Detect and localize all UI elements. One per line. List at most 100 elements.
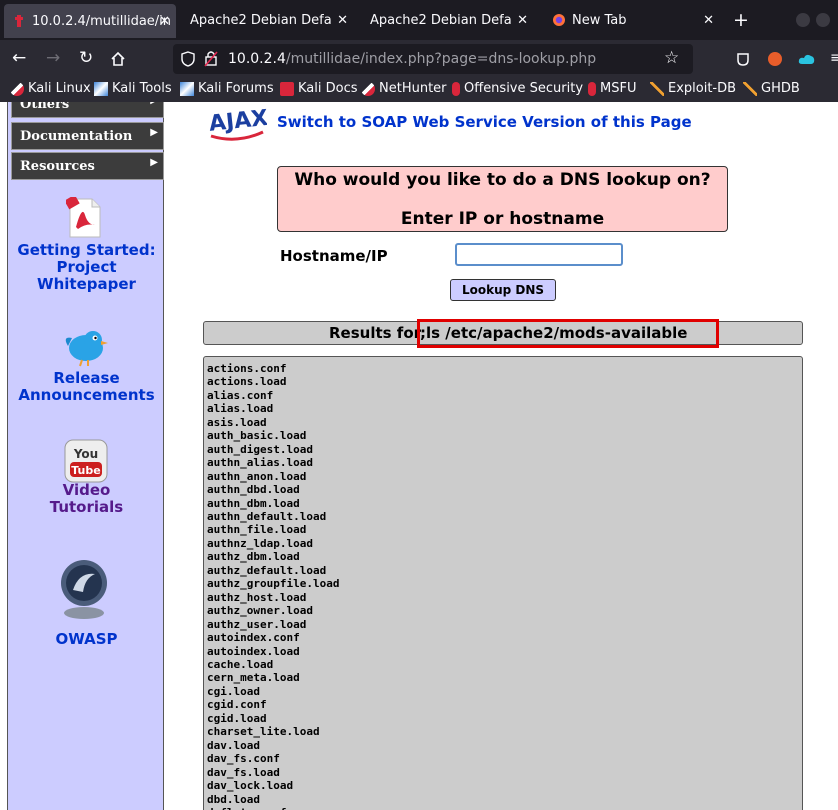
link-line: Announcements xyxy=(18,386,155,404)
close-tab-icon[interactable]: ✕ xyxy=(159,14,170,29)
extensions-icon[interactable] xyxy=(735,51,751,67)
link-line: OWASP xyxy=(55,630,118,648)
output-line: actions.conf xyxy=(207,362,287,375)
link-line: Release xyxy=(53,369,120,387)
reload-icon[interactable]: ↻ xyxy=(79,48,93,68)
menu-icon[interactable]: ≡ xyxy=(830,50,838,66)
video-tutorials-link[interactable]: Video Tutorials xyxy=(8,482,165,516)
menu-item-others[interactable]: Others ▶ xyxy=(11,102,164,118)
getting-started-link[interactable]: Getting Started: Project Whitepaper xyxy=(8,242,165,293)
tab-title: New Tab xyxy=(572,12,627,28)
output-line: dav_fs.conf xyxy=(207,752,280,766)
output-line: authn_alias.load xyxy=(207,456,313,470)
release-announcements-link[interactable]: Release Announcements xyxy=(8,370,165,404)
output-line: authz_host.load xyxy=(207,590,307,604)
tab-title: Apache2 Debian Default P xyxy=(190,12,332,28)
output-line: deflate.conf xyxy=(207,806,802,810)
bookmark-ghdb[interactable]: GHDB xyxy=(743,81,800,96)
output-line: authnz_ldap.load xyxy=(207,536,313,550)
bookmark-label: Offensive Security xyxy=(464,81,584,96)
output-line: dav.load xyxy=(207,738,260,752)
output-line: authn_dbd.load xyxy=(207,483,300,497)
tab-apache-1[interactable]: Apache2 Debian Default P ✕ xyxy=(182,0,354,40)
prompt-line-1: Who would you like to do a DNS lookup on… xyxy=(294,170,711,190)
output-line: authn_file.load xyxy=(207,523,307,537)
window-control-icon[interactable] xyxy=(796,13,810,27)
tab-title: 10.0.2.4/mutillidae/inc xyxy=(32,13,170,29)
output-line: autoindex.load xyxy=(207,644,300,658)
output-line: asis.load xyxy=(207,415,267,429)
tab-mutillidae[interactable]: 10.0.2.4/mutillidae/inc ✕ xyxy=(4,4,176,38)
bookmark-star-icon[interactable]: ☆ xyxy=(664,48,679,68)
close-tab-icon[interactable]: ✕ xyxy=(703,13,714,28)
output-line: cgid.load xyxy=(207,711,267,725)
owasp-logo-icon[interactable] xyxy=(59,558,109,622)
kali-forums-icon xyxy=(180,81,194,96)
youtube-icon[interactable]: You Tube xyxy=(64,439,108,483)
tab-apache-2[interactable]: Apache2 Debian Default P ✕ xyxy=(362,0,534,40)
forward-arrow-icon[interactable]: → xyxy=(46,48,60,68)
bookmarks-toolbar: Kali Linux Kali Tools Kali Forums Kali D… xyxy=(0,78,838,102)
output-line: auth_basic.load xyxy=(207,429,307,443)
home-icon[interactable] xyxy=(110,51,126,67)
sidebar: Others ▶ Documentation ▶ Resources ▶ Gettin… xyxy=(7,102,164,810)
output-line: dav_lock.load xyxy=(207,779,294,793)
bookmark-label: Kali Docs xyxy=(298,81,358,96)
ghdb-icon xyxy=(743,81,757,96)
url-text[interactable]: 10.0.2.4/mutillidae/index.php?page=dns-l… xyxy=(228,51,596,67)
link-line: Whitepaper xyxy=(37,275,136,293)
nethunter-icon xyxy=(361,81,375,96)
soap-version-link[interactable]: Switch to SOAP Web Service Version of th… xyxy=(277,113,692,131)
menu-item-label: Resources xyxy=(20,159,95,174)
bookmark-kali-docs[interactable]: Kali Docs xyxy=(280,81,358,96)
back-arrow-icon[interactable]: ← xyxy=(12,48,26,68)
url-host: 10.0.2.4 xyxy=(228,51,286,67)
bookmark-kali-forums[interactable]: Kali Forums xyxy=(180,81,274,96)
menu-item-documentation[interactable]: Documentation ▶ xyxy=(11,122,164,150)
lookup-dns-button[interactable]: Lookup DNS xyxy=(450,279,556,301)
extension-cloud-icon[interactable] xyxy=(798,52,816,66)
twitter-bird-icon[interactable] xyxy=(62,324,110,368)
output-line: alias.conf xyxy=(207,388,274,402)
bookmark-label: Kali Forums xyxy=(198,81,274,96)
bookmark-exploit-db[interactable]: Exploit-DB xyxy=(650,81,736,96)
output-line: authz_default.load xyxy=(207,563,327,577)
bookmark-msfu[interactable]: MSFU xyxy=(588,81,636,96)
output-line: cern_meta.load xyxy=(207,671,300,685)
lock-warning-icon[interactable] xyxy=(204,50,218,67)
exploit-db-icon xyxy=(650,81,664,96)
bookmark-kali-tools[interactable]: Kali Tools xyxy=(94,81,172,96)
extension-fox-icon[interactable] xyxy=(766,50,784,68)
output-line: authn_anon.load xyxy=(207,469,307,483)
shield-icon[interactable] xyxy=(181,51,195,67)
new-tab-plus-icon[interactable]: + xyxy=(733,9,749,31)
prompt-line-2: Enter IP or hostname xyxy=(400,209,605,229)
ajax-logo-icon[interactable]: AJAX xyxy=(207,102,267,146)
submenu-arrow-icon: ▶ xyxy=(150,102,158,106)
owasp-link[interactable]: OWASP xyxy=(8,631,165,648)
menu-item-label: Others xyxy=(20,102,70,112)
output-line: cgid.conf xyxy=(207,698,267,712)
tab-title: Apache2 Debian Default P xyxy=(370,12,512,28)
pdf-icon[interactable] xyxy=(66,197,104,239)
output-line: dav_fs.load xyxy=(207,765,280,779)
output-line: charset_lite.load xyxy=(207,725,320,739)
output-line: authz_dbm.load xyxy=(207,550,300,564)
close-tab-icon[interactable]: ✕ xyxy=(517,13,528,28)
close-tab-icon[interactable]: ✕ xyxy=(337,13,348,28)
url-bar[interactable]: 10.0.2.4/mutillidae/index.php?page=dns-l… xyxy=(173,44,693,74)
bookmark-nethunter[interactable]: NetHunter xyxy=(361,81,447,96)
output-line: auth_digest.load xyxy=(207,442,313,456)
menu-item-resources[interactable]: Resources ▶ xyxy=(11,152,164,180)
bookmark-offensive-security[interactable]: Offensive Security xyxy=(452,81,583,96)
svg-text:Tube: Tube xyxy=(71,464,100,477)
output-line: authn_default.load xyxy=(207,509,327,523)
output-line: cgi.load xyxy=(207,684,260,698)
submenu-arrow-icon: ▶ xyxy=(150,127,158,138)
output-line: authz_groupfile.load xyxy=(207,577,340,591)
bookmark-kali-linux[interactable]: Kali Linux xyxy=(10,81,91,96)
tab-new[interactable]: New Tab ✕ xyxy=(544,0,720,40)
svg-text:You: You xyxy=(73,447,98,461)
hostname-input[interactable] xyxy=(455,243,623,266)
window-control-icon[interactable] xyxy=(816,13,830,27)
